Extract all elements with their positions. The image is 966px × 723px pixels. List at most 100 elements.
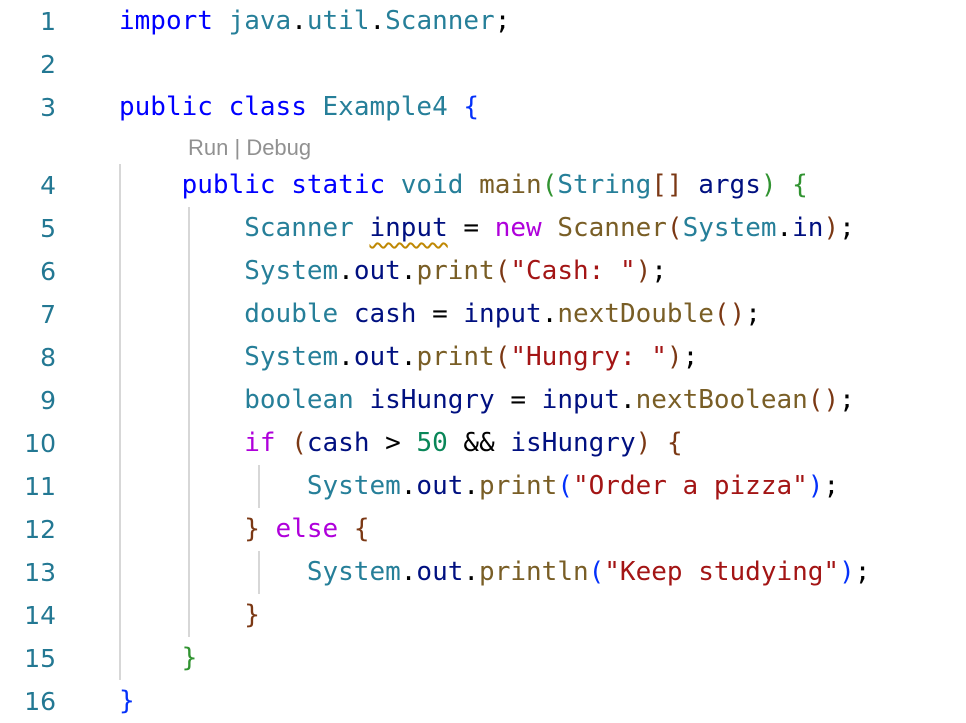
code-token: ) xyxy=(666,342,683,372)
code-line[interactable]: 13 System.out.println("Keep studying"); xyxy=(0,551,966,594)
code-token: = xyxy=(494,385,542,415)
code-token: . xyxy=(400,342,417,372)
code-token: } xyxy=(181,643,198,673)
code-token: ; xyxy=(682,342,699,372)
code-line[interactable]: 15 } xyxy=(0,637,966,680)
line-number: 9 xyxy=(40,386,56,415)
line-code[interactable]: } xyxy=(119,680,135,723)
code-line[interactable]: 14 } xyxy=(0,594,966,637)
code-token: System xyxy=(244,342,339,372)
code-line[interactable]: 10 if (cash > 50 && isHungry) { xyxy=(0,422,966,465)
code-editor[interactable]: Run | Debug 1 import java.util.Scanner; 2 3… xyxy=(0,0,966,722)
code-token: ) xyxy=(635,428,652,458)
codelens: Run | Debug xyxy=(188,132,311,164)
line-code[interactable]: Scanner input = new Scanner(System.in); xyxy=(119,207,855,250)
code-line[interactable]: 7 double cash = input.nextDouble(); xyxy=(0,293,966,336)
code-token: out xyxy=(416,471,464,501)
code-token: input xyxy=(463,299,542,329)
code-token: util xyxy=(306,6,370,36)
code-token: nextBoolean xyxy=(635,385,808,415)
code-token: . xyxy=(619,385,636,415)
code-token: . xyxy=(369,6,386,36)
code-token: ) xyxy=(635,256,652,286)
code-token: println xyxy=(479,557,589,587)
line-number: 13 xyxy=(24,558,56,587)
code-token: ; xyxy=(651,256,667,286)
line-code[interactable]: System.out.print("Cash: "); xyxy=(119,250,667,293)
code-line[interactable]: 8 System.out.print("Hungry: "); xyxy=(0,336,966,379)
code-line[interactable]: 2 xyxy=(0,43,966,86)
code-token: ) xyxy=(760,170,777,200)
code-token: ) xyxy=(839,557,855,587)
code-line[interactable]: 9 boolean isHungry = input.nextBoolean()… xyxy=(0,379,966,422)
line-code[interactable]: public static void main(String[] args) { xyxy=(119,164,808,207)
code-token: print xyxy=(416,256,495,286)
line-code[interactable]: } xyxy=(119,637,198,680)
code-token: . xyxy=(338,256,354,286)
line-number: 5 xyxy=(40,214,56,243)
line-code[interactable]: System.out.print("Hungry: "); xyxy=(119,336,698,379)
code-line[interactable]: 12 } else { xyxy=(0,508,966,551)
codelens-separator: | xyxy=(228,135,247,160)
code-token: { xyxy=(463,92,480,122)
line-code[interactable]: import java.util.Scanner; xyxy=(119,0,510,43)
code-line[interactable]: 16} xyxy=(0,680,966,723)
warning-token: input xyxy=(369,213,448,243)
code-token: = xyxy=(447,213,495,243)
codelens-run-link[interactable]: Run xyxy=(188,135,228,160)
code-token: Scanner xyxy=(557,213,667,243)
line-code[interactable]: public class Example4 { xyxy=(119,86,479,129)
code-token: . xyxy=(541,299,558,329)
line-code[interactable]: } else { xyxy=(119,508,369,551)
line-code[interactable]: double cash = input.nextDouble(); xyxy=(119,293,761,336)
line-code[interactable]: } xyxy=(119,594,260,637)
code-token: . xyxy=(291,6,307,36)
code-line[interactable]: 1 import java.util.Scanner; xyxy=(0,0,966,43)
code-token: isHungry xyxy=(369,385,495,415)
line-number: 3 xyxy=(40,93,56,122)
codelens-debug-link[interactable]: Debug xyxy=(246,135,311,160)
code-token: () xyxy=(713,299,746,329)
code-line[interactable]: 5 Scanner input = new Scanner(System.in)… xyxy=(0,207,966,250)
code-token: void xyxy=(400,170,464,200)
code-token: Scanner xyxy=(385,6,495,36)
code-token: System xyxy=(682,213,777,243)
line-number: 7 xyxy=(40,300,56,329)
code-line[interactable]: 4 public static void main(String[] args)… xyxy=(0,164,966,207)
code-token: ( xyxy=(588,557,605,587)
code-token: } xyxy=(244,514,260,544)
code-token: ; xyxy=(494,6,511,36)
code-token: ; xyxy=(745,299,761,329)
code-token: "Cash: " xyxy=(510,256,636,286)
code-token: ) xyxy=(807,471,824,501)
line-number: 11 xyxy=(24,472,56,501)
code-token: import xyxy=(119,6,213,36)
line-code[interactable]: if (cash > 50 && isHungry) { xyxy=(119,422,683,465)
code-token: { xyxy=(666,428,683,458)
code-token: ( xyxy=(291,428,307,458)
code-line[interactable]: 6 System.out.print("Cash: "); xyxy=(0,250,966,293)
code-token: in xyxy=(792,213,824,243)
line-code[interactable]: boolean isHungry = input.nextBoolean(); xyxy=(119,379,855,422)
line-code[interactable]: System.out.println("Keep studying"); xyxy=(119,551,871,594)
code-token: ; xyxy=(823,471,840,501)
code-token: new xyxy=(494,213,542,243)
line-code[interactable]: System.out.print("Order a pizza"); xyxy=(119,465,839,508)
code-token: . xyxy=(400,471,417,501)
code-token: public xyxy=(181,170,276,200)
line-number: 2 xyxy=(40,50,56,79)
code-line[interactable]: 11 System.out.print("Order a pizza"); xyxy=(0,465,966,508)
code-token: . xyxy=(463,557,480,587)
code-line[interactable]: 3 public class Example4 { xyxy=(0,86,966,129)
